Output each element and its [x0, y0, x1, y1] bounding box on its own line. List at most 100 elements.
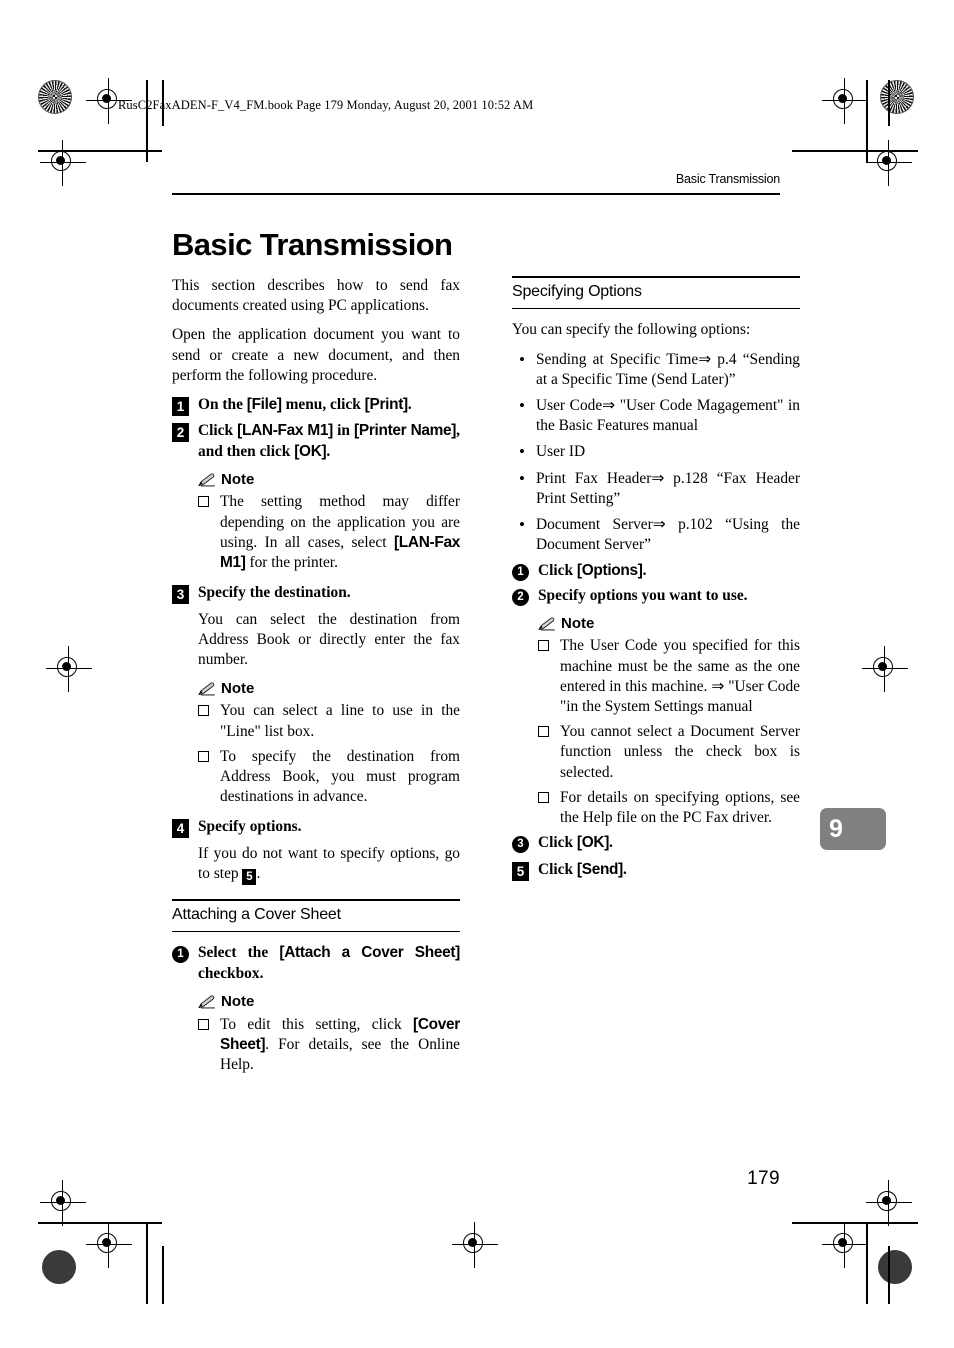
crop-rule — [888, 1246, 890, 1304]
crop-rule — [146, 80, 148, 162]
step-2: 2 Click [LAN-Fax M1] in [Printer Name], a… — [172, 421, 460, 462]
note-bullet-icon — [198, 702, 209, 722]
ui-key-options: [Options] — [576, 562, 643, 580]
step-text: Specify options you want to use. — [538, 586, 748, 604]
note-heading: Note — [172, 992, 460, 1012]
note-label: Note — [221, 993, 255, 1011]
right-column: Specifying Options You can specify the f… — [512, 276, 800, 886]
note-item: For details on specifying options, see t… — [512, 788, 800, 828]
step-text: . — [609, 834, 613, 852]
pencil-icon — [198, 682, 216, 696]
step-4: 4 Specify options. — [172, 817, 460, 839]
step-1: 1 On the [File] menu, click [Print]. — [172, 395, 460, 417]
pencil-icon — [198, 995, 216, 1009]
sub-step-marker: 1 — [172, 946, 189, 964]
crop-rule — [888, 80, 890, 126]
bullet-text: User ID — [536, 443, 586, 461]
section-title: Specifying Options — [512, 282, 642, 300]
sub-step-marker: 2 — [512, 588, 529, 606]
density-patch-bottom-right — [878, 1250, 912, 1284]
header-rule — [172, 193, 780, 195]
note-item: The User Code you specified for this mac… — [512, 636, 800, 717]
option-bullet: • User Code⇒ "User Code Magagement" in th… — [512, 396, 800, 436]
sub-step-1: 1 Select the [Attach a Cover Sheet] check… — [172, 943, 460, 984]
step-5: 5 Click [Send]. — [512, 860, 800, 881]
note-bullet-icon — [198, 1016, 209, 1036]
option-bullet: • Sending at Specific Time⇒ p.4 “Sending … — [512, 350, 800, 390]
crop-rule — [162, 1246, 164, 1304]
note-bullet-icon — [198, 748, 209, 768]
step-text: Specify options. — [198, 818, 302, 836]
note-text: You cannot select a Document Server func… — [560, 723, 800, 781]
note-heading: Note — [512, 614, 800, 634]
ui-key-print: [Print] — [364, 396, 409, 414]
section-specifying-options: Specifying Options — [512, 276, 800, 310]
crop-rule — [146, 1222, 148, 1304]
ui-key-ok: [OK] — [576, 834, 610, 852]
section-rule-bottom — [512, 307, 800, 310]
sub-step-3: 3 Click [OK]. — [512, 833, 800, 854]
note-bullet-icon — [538, 723, 549, 743]
step-3-body: You can select the destination from Addr… — [198, 610, 460, 669]
step-4-body-text-end: . — [256, 865, 261, 883]
sub-step-2: 2 Specify options you want to use. — [512, 586, 800, 606]
bullet-icon: • — [519, 468, 525, 488]
bullet-icon: • — [519, 515, 525, 535]
note-heading: Note — [172, 679, 460, 699]
density-patch-top-left — [38, 80, 72, 114]
ui-key-ok: [OK] — [294, 442, 327, 460]
registration-cross-top-right-inner — [822, 78, 868, 124]
note-text: The User Code you specified for this mac… — [560, 637, 800, 716]
step-marker: 3 — [172, 585, 189, 605]
registration-cross-bottom-center — [452, 1222, 498, 1268]
step-marker: 5 — [512, 861, 529, 881]
options-intro: You can specify the following options: — [512, 321, 751, 339]
registration-cross-bottom-left — [40, 1180, 86, 1226]
step-marker: 4 — [172, 819, 189, 839]
step-marker: 1 — [172, 397, 189, 417]
step-text: Click — [538, 860, 577, 878]
step-text: . — [407, 396, 412, 414]
book-file-header: RusC2FaxADEN-F_V4_FM.book Page 179 Monda… — [118, 98, 534, 112]
ui-key-lanfax: [LAN-Fax M1] — [237, 422, 333, 440]
ui-key-file: [File] — [246, 396, 282, 414]
chapter-tab: 9 — [820, 808, 886, 850]
registration-cross-mid-right — [862, 646, 908, 692]
step-text: menu, click — [281, 396, 365, 414]
inline-step-marker: 5 — [242, 869, 257, 886]
note-item: To specify the destination from Address … — [172, 747, 460, 808]
sub-step-marker: 1 — [512, 564, 529, 582]
step-text: . — [326, 442, 331, 460]
document-page: RusC2FaxADEN-F_V4_FM.book Page 179 Monda… — [0, 0, 954, 1348]
note-bullet-icon — [538, 637, 549, 657]
running-head: Basic Transmission — [675, 172, 780, 186]
option-bullet: • Document Server⇒ p.102 “Using the Docum… — [512, 515, 800, 555]
step-text: Click — [538, 562, 577, 580]
bullet-text: User Code⇒ "User Code Magagement" in the… — [536, 397, 800, 435]
note-bullet-icon — [198, 493, 209, 513]
step-4-body: If you do not want to specify options, g… — [172, 844, 460, 886]
note-text: To edit this setting, click — [220, 1015, 414, 1033]
step-3: 3 Specify the destination. — [172, 583, 460, 605]
step-text: On the — [198, 396, 247, 414]
registration-cross-top-left — [40, 140, 86, 186]
registration-cross-bottom-inner — [86, 1222, 132, 1268]
step-text: in — [333, 422, 355, 440]
note-text: To specify the destination from Address … — [220, 747, 460, 806]
note-text: You can select a line to use in the "Lin… — [220, 702, 460, 740]
ui-key-send: [Send] — [576, 860, 623, 878]
bullet-text: Print Fax Header⇒ p.128 “Fax Header Prin… — [536, 469, 800, 507]
left-column: This section describes how to send fax d… — [172, 276, 460, 1080]
option-bullet: • Print Fax Header⇒ p.128 “Fax Header Pri… — [512, 469, 800, 509]
note-label: Note — [221, 680, 255, 698]
step-marker: 2 — [172, 423, 189, 443]
note-label: Note — [221, 471, 255, 489]
page-number: 179 — [747, 1168, 780, 1189]
subsection-title: Attaching a Cover Sheet — [172, 905, 341, 923]
section-rule-bottom — [172, 930, 460, 933]
note-text: for the printer. — [245, 554, 338, 572]
pencil-icon — [538, 617, 556, 631]
registration-cross-bottom-right-inner — [822, 1222, 868, 1268]
registration-cross-mid-left — [46, 646, 92, 692]
step-4-body-text: If you do not want to specify options, g… — [198, 844, 460, 883]
